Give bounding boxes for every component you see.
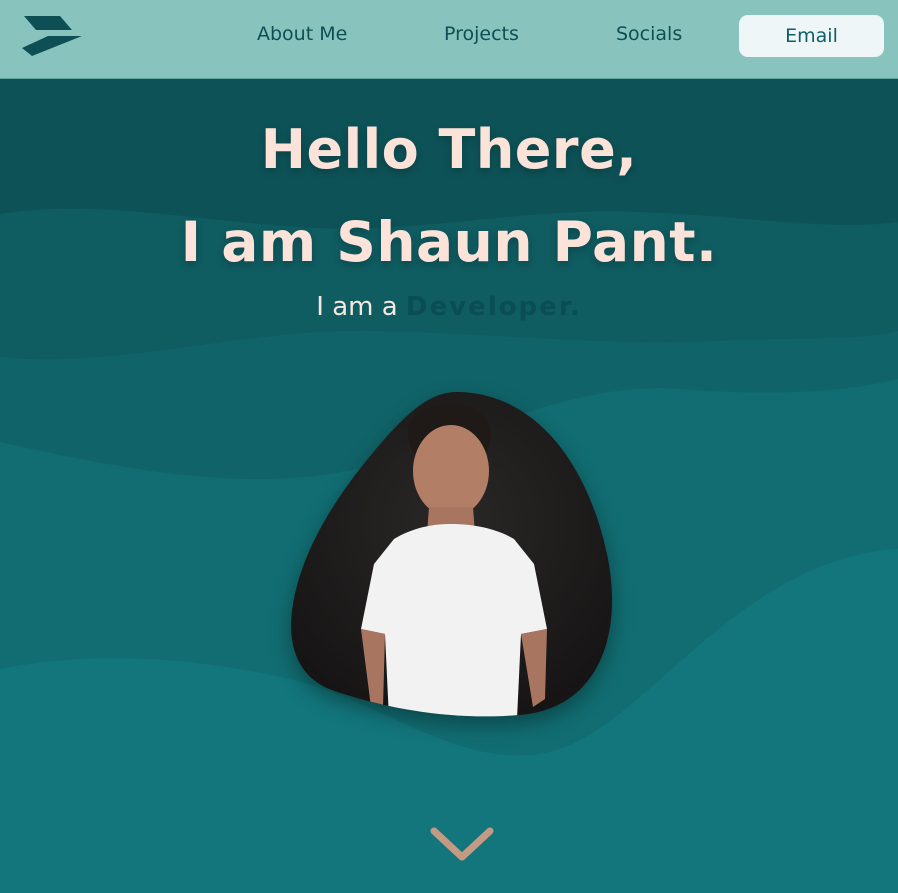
role-text: Developer. — [405, 292, 582, 322]
hero-section: Hello There, I am Shaun Pant. I am a Dev… — [0, 79, 898, 893]
greeting-heading: Hello There, — [260, 118, 638, 181]
intro-heading: I am Shaun Pant. — [180, 210, 718, 274]
chevron-down-icon[interactable] — [428, 825, 496, 865]
profile-photo — [291, 391, 613, 717]
navbar: About Me Projects Socials Email — [0, 0, 898, 79]
role-prefix: I am a — [316, 292, 398, 322]
nav-link-projects[interactable]: Projects — [444, 23, 519, 45]
role-line: I am a Developer. — [0, 292, 898, 322]
logo-icon[interactable] — [18, 14, 84, 60]
email-button[interactable]: Email — [739, 15, 884, 57]
nav-link-about-me[interactable]: About Me — [257, 23, 347, 45]
nav-link-socials[interactable]: Socials — [616, 23, 682, 45]
